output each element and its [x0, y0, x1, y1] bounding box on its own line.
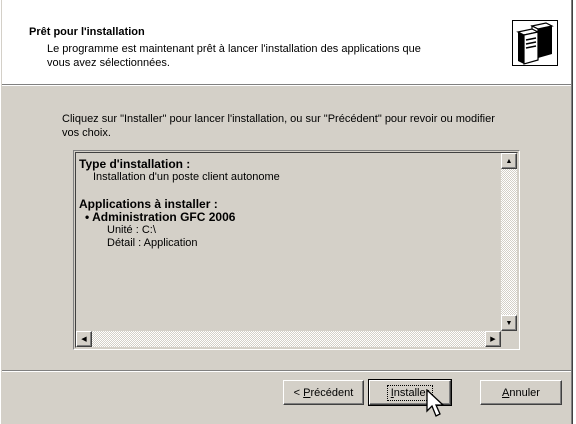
header-divider-highlight: [2, 85, 571, 86]
page-description: Le programme est maintenant prêt à lance…: [47, 43, 421, 69]
scroll-down-button[interactable]: ▼: [501, 315, 517, 331]
app-unit: Unité : C:\: [107, 224, 156, 236]
footer-divider-highlight: [2, 371, 571, 372]
back-button[interactable]: < Précédent: [283, 380, 364, 405]
header-band: Prêt pour l'installation Le programme es…: [2, 0, 571, 84]
horizontal-scrollbar[interactable]: ◀ ▶: [76, 331, 501, 347]
intro-text: Cliquez sur "Installer" pour lancer l'in…: [62, 113, 495, 139]
arrow-right-icon: ▶: [490, 335, 496, 343]
arrow-down-icon: ▼: [505, 319, 513, 327]
scrollbar-corner: [501, 331, 517, 347]
vertical-scrollbar[interactable]: ▲ ▼: [501, 153, 517, 331]
installer-window: Prêt pour l'installation Le programme es…: [0, 0, 573, 424]
install-type-value: Installation d'un poste client autonome: [93, 171, 280, 183]
page-title: Prêt pour l'installation: [29, 26, 145, 38]
app-detail: Détail : Application: [107, 237, 198, 249]
window-border-right: [571, 0, 573, 424]
app-name: • Administration GFC 2006: [85, 210, 236, 224]
computer-tower-icon: [512, 20, 558, 66]
mouse-pointer-icon: [426, 389, 445, 417]
install-type-heading: Type d'installation :: [79, 157, 191, 171]
scroll-right-button[interactable]: ▶: [485, 331, 501, 347]
summary-content: Type d'installation : Installation d'un …: [79, 158, 280, 250]
summary-box[interactable]: Type d'installation : Installation d'un …: [73, 150, 520, 350]
scroll-up-button[interactable]: ▲: [501, 153, 517, 169]
arrow-left-icon: ◀: [81, 335, 87, 343]
scroll-left-button[interactable]: ◀: [76, 331, 92, 347]
cancel-button-label: Annuler: [502, 386, 540, 399]
back-button-label: < Précédent: [293, 386, 354, 399]
cancel-button[interactable]: Annuler: [480, 380, 562, 405]
arrow-up-icon: ▲: [505, 157, 513, 165]
